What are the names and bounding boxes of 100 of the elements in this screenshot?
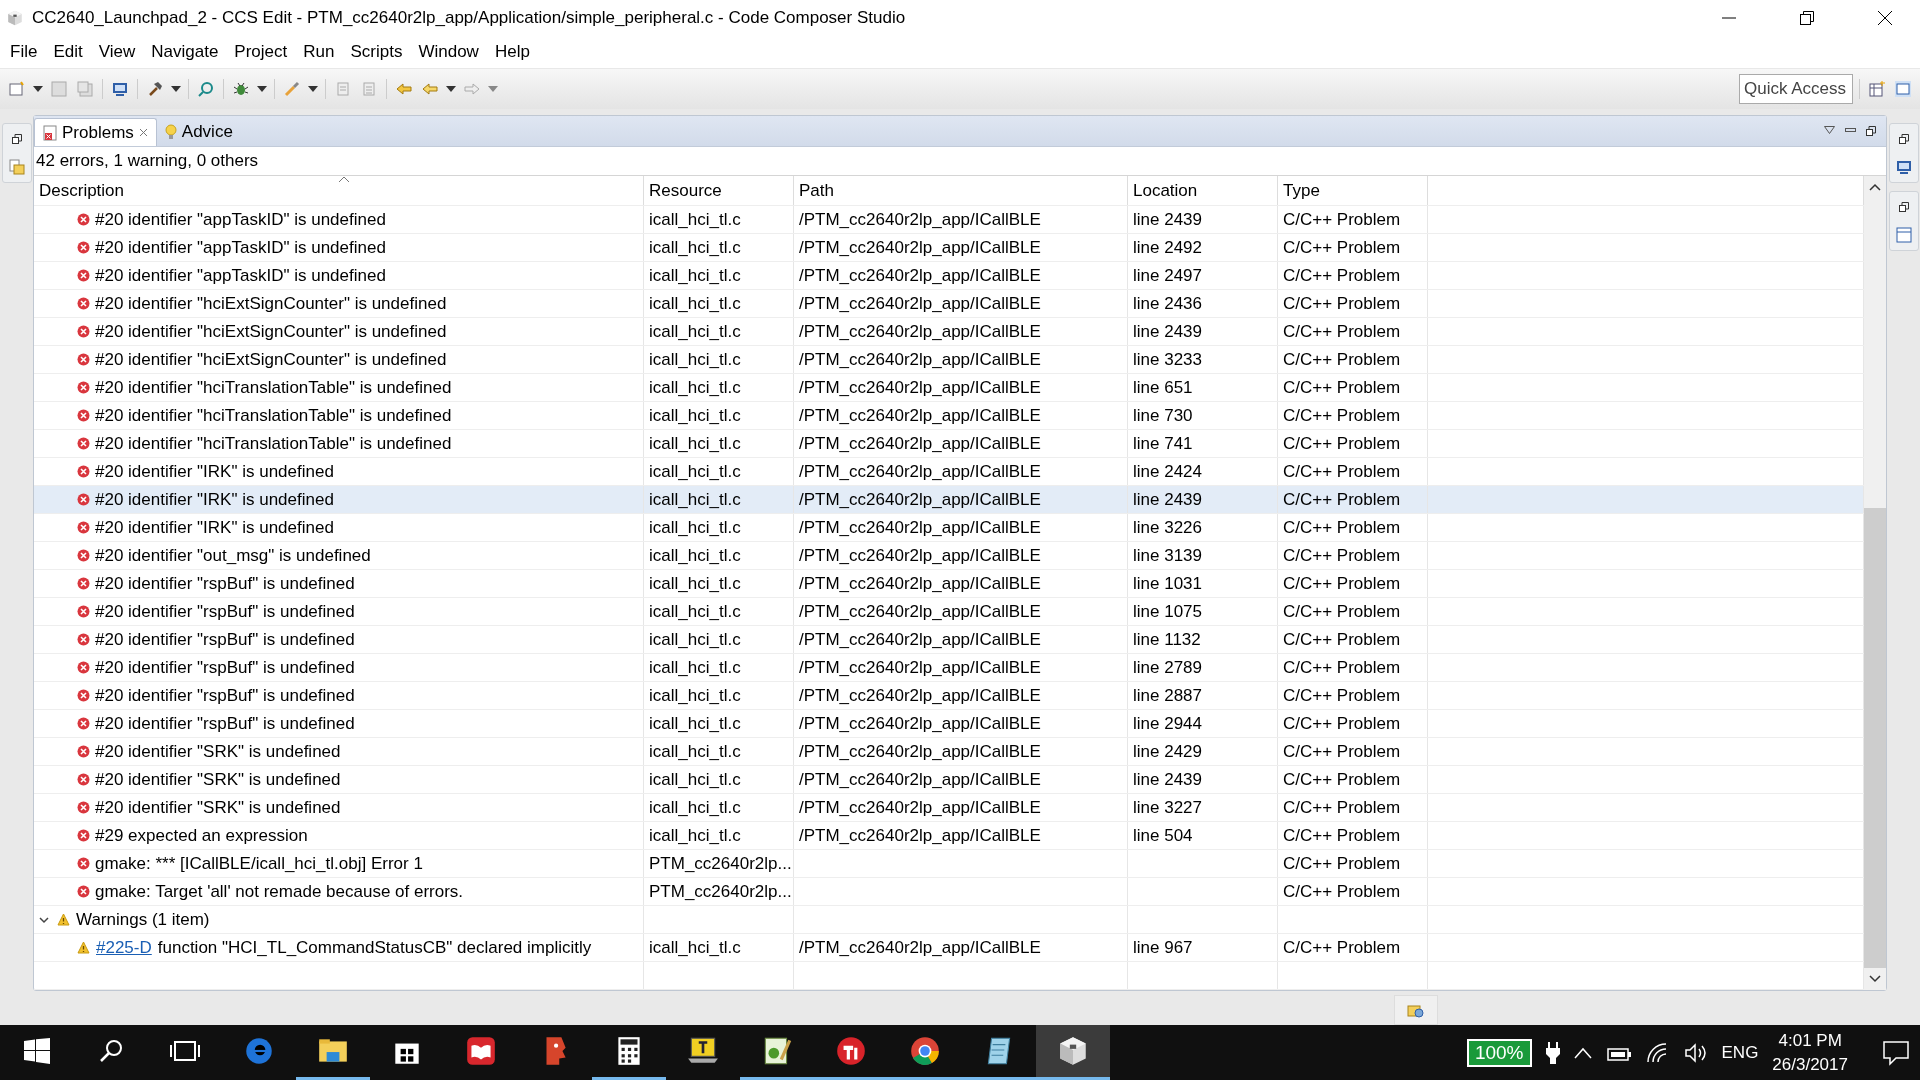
error-icon: [77, 885, 90, 899]
language-indicator[interactable]: ENG: [1721, 1042, 1759, 1063]
error-icon: [77, 353, 90, 367]
status-tool-button[interactable]: [1394, 995, 1438, 1026]
view-menu-icon[interactable]: [1824, 126, 1835, 135]
error-icon: [77, 801, 90, 815]
notifications-icon[interactable]: [1882, 1039, 1910, 1066]
path-cell: /PTM_cc2640r2lp_app/ICallBLE: [794, 374, 1128, 402]
problem-row[interactable]: #225-D function "HCI_TL_CommandStatusCB" declared implicitly icall_hci_tl.c /PTM_cc2640r2lp_app/ICallBLE line 967 C/C++ Problem: [34, 934, 1864, 963]
problem-row[interactable]: #20 identifier "IRK" is undefined icall_hci_tl.c /PTM_cc2640r2lp_app/ICallBLE line 3226 C/C++ Problem: [34, 514, 1864, 543]
warning-code-link[interactable]: #225-D: [96, 937, 152, 958]
warning-icon: [57, 913, 70, 927]
path-cell: /PTM_cc2640r2lp_app/ICallBLE: [794, 682, 1128, 710]
problem-row[interactable]: #20 identifier "rspBuf" is undefined icall_hci_tl.c /PTM_cc2640r2lp_app/ICallBLE line 1031 C/C++ Problem: [34, 570, 1864, 599]
problem-row[interactable]: #20 identifier "appTaskID" is undefined icall_hci_tl.c /PTM_cc2640r2lp_app/ICallBLE line 2497 C/C++ Problem: [34, 262, 1864, 291]
menu-item[interactable]: Window: [410, 42, 487, 63]
menu-item[interactable]: Help: [486, 42, 538, 63]
type-cell: C/C++ Problem: [1278, 598, 1428, 626]
description-cell: #20 identifier "rspBuf" is undefined: [34, 598, 644, 626]
error-icon: [77, 689, 90, 703]
resource-cell: icall_hci_tl.c: [644, 598, 794, 626]
type-cell: C/C++ Problem: [1278, 402, 1428, 430]
problem-row[interactable]: #20 identifier "hciTranslationTable" is undefined icall_hci_tl.c /PTM_cc2640r2lp_app/ICallBLE line 730 C/C++ Problem: [34, 402, 1864, 431]
column-header[interactable]: Type: [1278, 176, 1428, 206]
type-cell: C/C++ Problem: [1278, 626, 1428, 654]
problem-row[interactable]: #20 identifier "appTaskID" is undefined icall_hci_tl.c /PTM_cc2640r2lp_app/ICallBLE line 2439 C/C++ Problem: [34, 206, 1864, 235]
type-cell: C/C++ Problem: [1278, 430, 1428, 458]
restore-icon[interactable]: [1800, 11, 1814, 26]
column-header[interactable]: Location: [1128, 176, 1278, 206]
problem-row[interactable]: #20 identifier "hciExtSignCounter" is undefined icall_hci_tl.c /PTM_cc2640r2lp_app/ICallBLE line 2436 C/C++ Problem: [34, 290, 1864, 319]
location-cell: line 2492: [1128, 234, 1278, 262]
problem-row[interactable]: #20 identifier "rspBuf" is undefined icall_hci_tl.c /PTM_cc2640r2lp_app/ICallBLE line 1075 C/C++ Problem: [34, 598, 1864, 627]
taskbar-app-button[interactable]: [1036, 1025, 1110, 1080]
problem-row[interactable]: #20 identifier "rspBuf" is undefined icall_hci_tl.c /PTM_cc2640r2lp_app/ICallBLE line 1132 C/C++ Problem: [34, 626, 1864, 655]
error-icon: [77, 577, 90, 591]
column-header[interactable]: Resource: [644, 176, 794, 206]
problem-row[interactable]: #20 identifier "hciExtSignCounter" is undefined icall_hci_tl.c /PTM_cc2640r2lp_app/ICallBLE line 2439 C/C++ Problem: [34, 318, 1864, 347]
problem-row[interactable]: #29 expected an expression icall_hci_tl.c /PTM_cc2640r2lp_app/ICallBLE line 504 C/C++ Problem: [34, 822, 1864, 851]
problem-row[interactable]: #20 identifier "rspBuf" is undefined icall_hci_tl.c /PTM_cc2640r2lp_app/ICallBLE line 2887 C/C++ Problem: [34, 682, 1864, 711]
description-cell: #20 identifier "rspBuf" is undefined: [34, 626, 644, 654]
location-cell: line 2424: [1128, 458, 1278, 486]
column-header[interactable]: Path: [794, 176, 1128, 206]
type-cell: C/C++ Problem: [1278, 738, 1428, 766]
description-cell: #20 identifier "rspBuf" is undefined: [34, 654, 644, 682]
menu-item[interactable]: Edit: [45, 42, 91, 63]
problem-row[interactable]: #20 identifier "hciTranslationTable" is undefined icall_hci_tl.c /PTM_cc2640r2lp_app/ICallBLE line 741 C/C++ Problem: [34, 430, 1864, 459]
error-icon: [77, 269, 90, 283]
column-header[interactable]: Description: [34, 176, 644, 206]
problem-row[interactable]: #20 identifier "rspBuf" is undefined icall_hci_tl.c /PTM_cc2640r2lp_app/ICallBLE line 2789 C/C++ Problem: [34, 654, 1864, 683]
problem-row[interactable]: #20 identifier "IRK" is undefined icall_hci_tl.c /PTM_cc2640r2lp_app/ICallBLE line 2439 C/C++ Problem: [34, 486, 1864, 515]
type-cell: C/C++ Problem: [1278, 262, 1428, 290]
error-icon: [77, 241, 90, 255]
scrollbar[interactable]: [1864, 176, 1886, 991]
resource-cell: PTM_cc2640r2lp...: [644, 850, 794, 878]
maximize-icon[interactable]: [1866, 126, 1876, 137]
error-icon: [77, 465, 90, 479]
description-cell: #20 identifier "hciTranslationTable" is undefined: [34, 374, 644, 402]
battery-indicator[interactable]: 100%: [1466, 1038, 1532, 1067]
error-icon: [77, 297, 90, 311]
speaker-icon[interactable]: [1683, 1042, 1708, 1063]
type-cell: C/C++ Problem: [1278, 290, 1428, 318]
chevron-up-icon[interactable]: [1573, 1046, 1592, 1059]
type-cell: C/C++ Problem: [1278, 542, 1428, 570]
minimize-icon[interactable]: [1845, 126, 1856, 135]
quick-access-field[interactable]: Quick Access: [1739, 73, 1853, 104]
description-cell: #20 identifier "appTaskID" is undefined: [34, 262, 644, 290]
menu-item[interactable]: Run: [295, 42, 343, 63]
problem-row[interactable]: #20 identifier "rspBuf" is undefined icall_hci_tl.c /PTM_cc2640r2lp_app/ICallBLE line 2944 C/C++ Problem: [34, 710, 1864, 739]
menu-item[interactable]: File: [2, 42, 46, 63]
description-cell: #20 identifier "SRK" is undefined: [34, 794, 644, 822]
description-cell: #20 identifier "hciExtSignCounter" is undefined: [34, 290, 644, 318]
problem-row[interactable]: #20 identifier "out_msg" is undefined icall_hci_tl.c /PTM_cc2640r2lp_app/ICallBLE line 3139 C/C++ Problem: [34, 542, 1864, 571]
problem-row[interactable]: #20 identifier "SRK" is undefined icall_hci_tl.c /PTM_cc2640r2lp_app/ICallBLE line 2429 C/C++ Problem: [34, 738, 1864, 767]
description-cell: #20 identifier "out_msg" is undefined: [34, 542, 644, 570]
view-tab[interactable]: Advice: [156, 118, 241, 147]
problem-row[interactable]: gmake: *** [ICallBLE/icall_hci_tl.obj] Error 1 PTM_cc2640r2lp... C/C++ Problem: [34, 850, 1864, 879]
location-cell: line 3233: [1128, 346, 1278, 374]
menu-item[interactable]: Navigate: [143, 42, 227, 63]
menu-item[interactable]: Project: [226, 42, 296, 63]
location-cell: line 2944: [1128, 710, 1278, 738]
menu-item[interactable]: View: [90, 42, 144, 63]
resource-cell: icall_hci_tl.c: [644, 458, 794, 486]
error-icon: [77, 493, 90, 507]
warnings-group[interactable]: Warnings (1 item): [34, 906, 644, 934]
close-icon[interactable]: [1878, 11, 1892, 26]
scroll-thumb[interactable]: [1864, 508, 1886, 969]
type-cell: C/C++ Problem: [1278, 710, 1428, 738]
view-tab[interactable]: Problems: [34, 118, 157, 147]
problem-row[interactable]: #20 identifier "SRK" is undefined icall_hci_tl.c /PTM_cc2640r2lp_app/ICallBLE line 3227 C/C++ Problem: [34, 794, 1864, 823]
problem-row[interactable]: #20 identifier "hciExtSignCounter" is undefined icall_hci_tl.c /PTM_cc2640r2lp_app/ICallBLE line 3233 C/C++ Problem: [34, 346, 1864, 375]
problem-row[interactable]: #20 identifier "hciTranslationTable" is undefined icall_hci_tl.c /PTM_cc2640r2lp_app/ICallBLE line 651 C/C++ Problem: [34, 374, 1864, 403]
location-cell: line 2429: [1128, 738, 1278, 766]
location-cell: line 2789: [1128, 654, 1278, 682]
error-icon: [77, 829, 90, 843]
clock[interactable]: 4:01 PM 26/3/2017: [1772, 1028, 1848, 1077]
problem-row[interactable]: #20 identifier "SRK" is undefined icall_hci_tl.c /PTM_cc2640r2lp_app/ICallBLE line 2439 C/C++ Problem: [34, 766, 1864, 795]
resource-cell: icall_hci_tl.c: [644, 542, 794, 570]
menu-item[interactable]: Scripts: [342, 42, 411, 63]
problem-row[interactable]: #20 identifier "appTaskID" is undefined icall_hci_tl.c /PTM_cc2640r2lp_app/ICallBLE line 2492 C/C++ Problem: [34, 234, 1864, 263]
problem-row[interactable]: gmake: Target 'all' not remade because of errors. PTM_cc2640r2lp... C/C++ Problem: [34, 878, 1864, 907]
